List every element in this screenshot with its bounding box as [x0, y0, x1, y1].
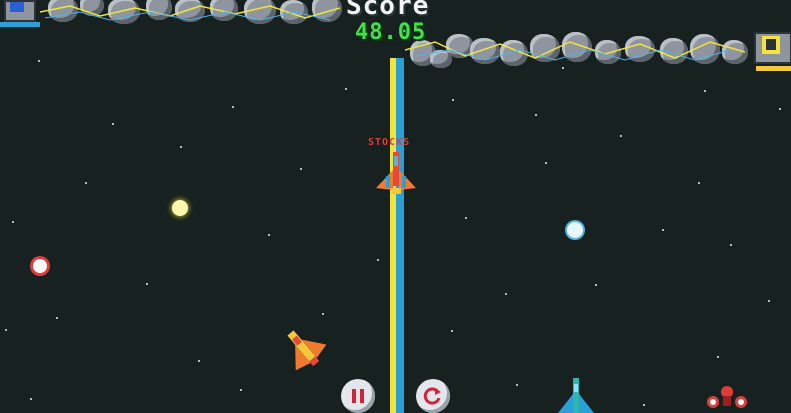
score-title: Score — [346, 0, 430, 21]
enemy-ship-teal — [558, 378, 594, 413]
emitter-right — [750, 30, 791, 74]
blue-energy-orb — [567, 222, 583, 238]
game-stage[interactable]: Score 48.05 STOCKS — [0, 0, 791, 413]
restart-icon — [423, 387, 441, 405]
pause-icon — [352, 389, 364, 403]
emitter-left — [0, 0, 40, 32]
center-divider-beam — [390, 58, 404, 413]
yellow-energy-orb — [172, 200, 188, 216]
restart-button[interactable] — [416, 379, 450, 413]
pause-button[interactable] — [341, 379, 375, 413]
enemy-ship-orange — [287, 330, 326, 371]
lightning-chain — [405, 41, 746, 61]
red-energy-orb — [33, 259, 47, 273]
ship-status-label: STOCKS — [368, 137, 411, 148]
lightning-chain — [40, 5, 341, 21]
score-value: 48.05 — [355, 20, 427, 45]
red-drone — [707, 386, 747, 408]
player-ship — [376, 152, 416, 194]
